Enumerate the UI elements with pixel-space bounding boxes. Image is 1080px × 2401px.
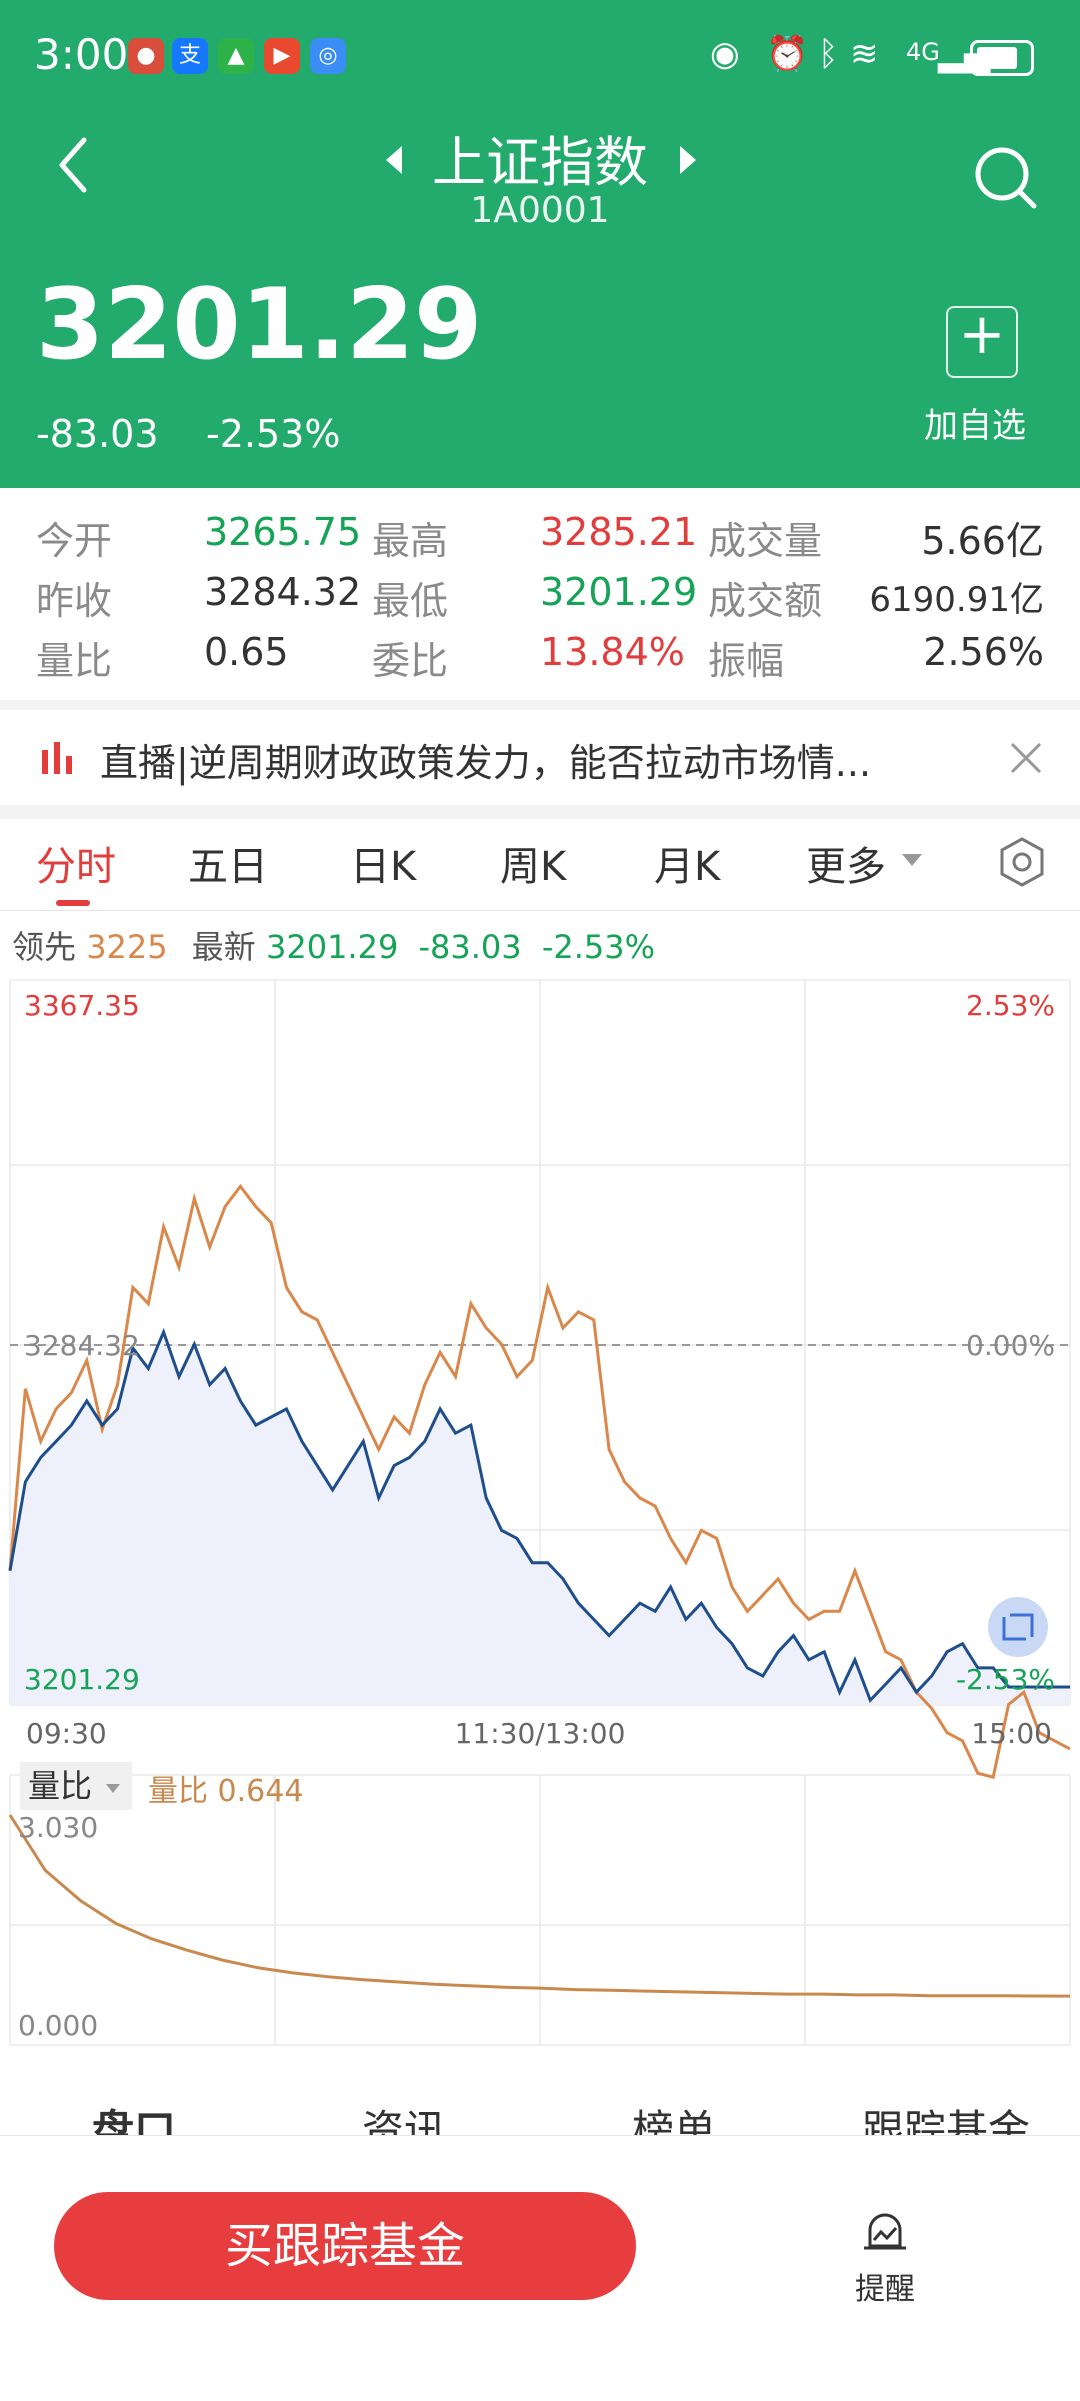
chart-tabs: 分时 五日 日K 周K 月K 更多	[0, 810, 1080, 911]
app-notification-icon: ●	[128, 38, 164, 74]
tab-news[interactable]: 资讯	[362, 2097, 446, 2135]
prev-close-value: 3284.32	[204, 570, 362, 614]
dropdown-icon	[902, 854, 922, 866]
tab-monthly-k[interactable]: 月K	[654, 834, 720, 892]
y-mid-label: 3284.32	[24, 1329, 140, 1362]
amplitude-value: 2.56%	[923, 630, 1044, 674]
video-app-icon: ▶	[264, 38, 300, 74]
y-max-label: 3367.35	[24, 989, 140, 1022]
search-icon	[975, 147, 1037, 209]
status-time: 3:00	[34, 30, 129, 79]
buy-tracking-fund-button[interactable]: 买跟踪基金	[54, 2192, 636, 2300]
lead-label: 领先	[12, 928, 77, 966]
status-bar: 3:00 ● 支 ▲ ▶ ◎ ◉ ⏰ ᛒ ≋ 4G ▂▄	[0, 0, 1080, 118]
eye-icon: ◉	[710, 34, 740, 74]
quote-panel: 今开 3265.75 最高 3285.21 成交量 5.66亿 昨收 3284.…	[0, 490, 1080, 700]
close-icon[interactable]	[1008, 740, 1044, 776]
open-value: 3265.75	[204, 510, 362, 554]
bar-chart-icon	[42, 742, 72, 774]
remind-button[interactable]: 提醒	[850, 2206, 920, 2307]
volume-label: 成交量	[708, 519, 823, 563]
prev-close-label: 昨收	[36, 579, 113, 623]
order-ratio-label: 委比	[372, 639, 449, 683]
price-change-percent: -2.53%	[206, 412, 341, 456]
y-min-label: 3201.29	[24, 1663, 140, 1696]
current-price: 3201.29	[36, 268, 483, 382]
stock-code: 1A0001	[470, 190, 610, 231]
volume-max-label: 3.030	[18, 1811, 98, 1844]
tab-tracking-funds[interactable]: 跟踪基金	[862, 2097, 1030, 2135]
battery-icon	[970, 40, 1034, 76]
volume-indicator-select[interactable]: 量比	[20, 1762, 132, 1810]
lead-value: 3225	[86, 928, 168, 966]
bottom-section-tabs: 盘口 资讯 榜单 跟踪基金	[0, 2045, 1080, 2135]
intraday-chart[interactable]: 3367.35 2.53% 3284.32 0.00% 3201.29 -2.5…	[0, 975, 1080, 2050]
volume-ratio-label: 量比	[36, 639, 113, 683]
alipay-icon: 支	[172, 38, 208, 74]
search-button[interactable]	[970, 142, 1042, 218]
alarm-icon: ⏰	[766, 34, 809, 74]
chart-legend: 领先 3225 最新 3201.29 -83.03 -2.53%	[12, 922, 655, 968]
tab-rankings[interactable]: 榜单	[632, 2097, 716, 2135]
latest-change: -83.03	[418, 928, 522, 966]
news-text: 直播|逆周期财政政策发力，能否拉动市场情...	[100, 741, 872, 785]
live-news-banner[interactable]: 直播|逆周期财政政策发力，能否拉动市场情...	[0, 700, 1080, 819]
tab-more[interactable]: 更多	[806, 834, 886, 892]
latest-change-percent: -2.53%	[541, 928, 656, 966]
x-mid-label: 11:30/13:00	[455, 1717, 626, 1750]
y-max-percent: 2.53%	[966, 989, 1055, 1022]
remind-label: 提醒	[855, 2272, 915, 2307]
tab-five-day[interactable]: 五日	[188, 834, 268, 892]
settings-icon[interactable]	[996, 836, 1048, 888]
add-watchlist-button[interactable]: +	[946, 302, 1018, 378]
volume-min-label: 0.000	[18, 2009, 98, 2042]
bluetooth-icon: ᛒ	[818, 34, 839, 74]
volume-ratio-value: 量比 0.644	[148, 1774, 304, 1809]
bell-icon	[864, 2213, 906, 2250]
tab-daily-k[interactable]: 日K	[350, 834, 416, 892]
dropdown-icon	[106, 1783, 121, 1793]
latest-value: 3201.29	[265, 928, 399, 966]
volume-ratio-value: 0.65	[204, 630, 289, 674]
open-label: 今开	[36, 519, 113, 563]
low-value: 3201.29	[540, 570, 698, 614]
order-ratio-value: 13.84%	[540, 630, 685, 674]
y-min-percent: -2.53%	[956, 1663, 1055, 1696]
x-end-label: 15:00	[971, 1717, 1052, 1750]
tab-order-book[interactable]: 盘口	[92, 2097, 176, 2135]
next-stock-button[interactable]	[680, 146, 696, 174]
latest-label: 最新	[191, 928, 256, 966]
tab-intraday[interactable]: 分时	[36, 834, 116, 892]
app-notification-icon: ▲	[218, 38, 254, 74]
turnover-value: 6190.91亿	[869, 580, 1044, 620]
y-mid-percent: 0.00%	[966, 1329, 1055, 1362]
plus-icon: +	[958, 302, 1006, 367]
amplitude-label: 振幅	[708, 639, 785, 683]
high-value: 3285.21	[540, 510, 698, 554]
low-label: 最低	[372, 579, 449, 623]
wifi-icon: ≋	[850, 34, 879, 74]
zoom-button[interactable]	[988, 1597, 1048, 1657]
volume-indicator-label: 量比	[28, 1767, 93, 1805]
x-start-label: 09:30	[26, 1717, 107, 1750]
volume-value: 5.66亿	[921, 519, 1044, 563]
turnover-label: 成交额	[708, 579, 823, 623]
network-label: 4G	[906, 38, 940, 66]
bottom-action-bar: 买跟踪基金 提醒	[0, 2135, 1080, 2401]
browser-app-icon: ◎	[310, 38, 346, 74]
active-tab-indicator	[56, 900, 90, 906]
price-change: -83.03	[36, 412, 159, 456]
high-label: 最高	[372, 519, 449, 563]
tab-weekly-k[interactable]: 周K	[500, 834, 566, 892]
stock-title: 上证指数	[432, 131, 648, 194]
add-watchlist-label[interactable]: 加自选	[924, 398, 1026, 447]
